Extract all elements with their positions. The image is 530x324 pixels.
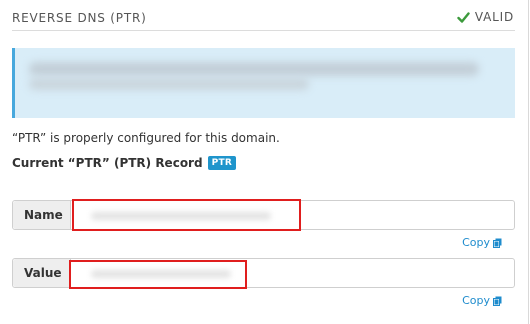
blurred-text	[29, 78, 309, 90]
panel-header: REVERSE DNS (PTR) VALID	[12, 10, 515, 31]
redaction-box	[72, 199, 301, 231]
panel-title: REVERSE DNS (PTR)	[12, 11, 147, 25]
copy-icon	[493, 296, 502, 306]
copy-label: Copy	[462, 294, 490, 307]
copy-name-button[interactable]: Copy	[462, 236, 502, 249]
record-label: Current “PTR” (PTR) Record	[12, 156, 203, 170]
copy-value-button[interactable]: Copy	[462, 294, 502, 307]
status-message: “PTR” is properly configured for this do…	[12, 131, 280, 145]
info-notice	[12, 48, 515, 118]
copy-icon	[493, 238, 502, 248]
blurred-text	[29, 62, 479, 76]
value-label: Value	[13, 259, 71, 287]
status-indicator: VALID	[457, 10, 514, 24]
reverse-dns-panel: REVERSE DNS (PTR) VALID “PTR” is properl…	[0, 0, 529, 324]
current-record-heading: Current “PTR” (PTR) Record PTR	[12, 156, 237, 170]
name-label: Name	[13, 201, 71, 229]
redaction-box	[69, 260, 247, 289]
status-label: VALID	[474, 10, 514, 24]
ptr-badge: PTR	[207, 156, 237, 170]
checkmark-icon	[457, 11, 470, 23]
copy-label: Copy	[462, 236, 490, 249]
